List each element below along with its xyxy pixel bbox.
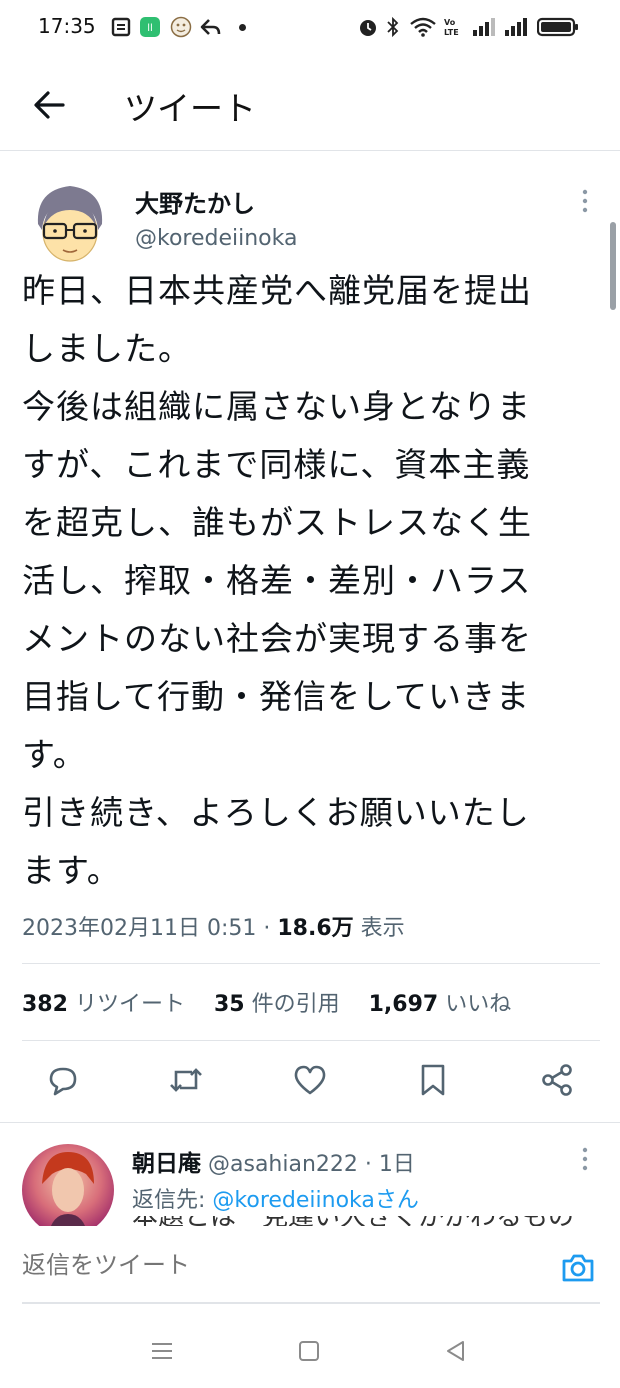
share-icon[interactable] [539, 1062, 575, 1098]
tweet-line: 昨日、日本共産党へ離党届を提出 [22, 271, 532, 310]
tweet-line: しました。 [22, 329, 192, 368]
reply-to-line: 返信先: @koredeiinokaさん [132, 1182, 419, 1214]
home-icon[interactable] [294, 1336, 324, 1366]
reply-text: 本題とは一見違い大きくかかわるもの [132, 1216, 602, 1226]
reply-icon[interactable] [45, 1062, 81, 1098]
quotes-stat[interactable]: 35 件の引用 [214, 992, 347, 1017]
tweet-meta: 2023年02月11日 0:51 · 18.6万 表示 [22, 910, 405, 942]
display-name[interactable]: 大野たかし [135, 184, 255, 219]
likes-label: いいね [445, 992, 512, 1017]
likes-count: 1,697 [368, 992, 439, 1017]
compose-underline [22, 1302, 600, 1304]
signal-icon [473, 18, 495, 36]
twitter-tweet-screen: 17:35 ll Vo LTE ツイート 大野たかし @koredeiinoka… [0, 0, 620, 1388]
tweet-line: ます。 [22, 851, 121, 890]
more-options-icon[interactable] [578, 188, 592, 214]
svg-text:Vo: Vo [444, 18, 456, 27]
tweet-line: 引き続き、よろしくお願いいたし [22, 793, 530, 832]
tweet-timestamp[interactable]: 2023年02月11日 0:51 [22, 916, 256, 941]
chat-app-icon [170, 16, 192, 38]
reply-handle[interactable]: @asahian222 [208, 1152, 358, 1177]
divider [22, 1040, 600, 1041]
notification-icon [111, 17, 131, 37]
retweets-count: 382 [22, 992, 68, 1017]
likes-stat[interactable]: 1,697 いいね [369, 992, 512, 1017]
reply-text-partial: 本題とは一見違い大きくかかわるもの [132, 1216, 602, 1226]
volte-icon: Vo LTE [444, 18, 459, 37]
bookmark-icon[interactable] [415, 1062, 451, 1098]
user-handle[interactable]: @koredeiinoka [135, 226, 297, 251]
reply-compose-bar [0, 1226, 620, 1312]
camera-icon[interactable] [560, 1250, 596, 1286]
page-title: ツイート [124, 89, 256, 128]
status-time: 17:35 [38, 14, 96, 38]
tweet-line: 目指して行動・発信をしていきま [22, 677, 531, 716]
reply-arrow-icon [200, 19, 221, 35]
tweet-text: 昨日、日本共産党へ離党届を提出 しました。 今後は組織に属さない身となりま すが… [22, 262, 594, 900]
retweets-label: リツイート [74, 992, 185, 1017]
wifi-icon [410, 17, 436, 37]
tweet-line: す。 [22, 735, 87, 774]
reply-to-handle[interactable]: @koredeiinokaさん [212, 1188, 418, 1213]
quotes-label: 件の引用 [251, 992, 340, 1017]
tweet-stats: 382 リツイート 35 件の引用 1,697 いいね [22, 986, 511, 1018]
tweet-line: すが、これまで同様に、資本主義 [22, 445, 531, 484]
app-header: ツイート [0, 58, 620, 151]
section-divider [0, 1122, 620, 1123]
svg-text:ll: ll [147, 23, 153, 34]
signal-icon [505, 18, 527, 36]
reply-to-prefix: 返信先: [132, 1188, 213, 1213]
avatar[interactable] [30, 180, 110, 265]
quotes-count: 35 [213, 992, 245, 1017]
battery-icon [537, 17, 578, 37]
system-navigation-bar [0, 1306, 620, 1388]
svg-text:LTE: LTE [444, 28, 459, 37]
reply-display-name[interactable]: 朝日庵 [132, 1151, 201, 1177]
divider [22, 963, 600, 964]
alarm-icon [360, 20, 376, 36]
views-count: 18.6万 [277, 916, 354, 941]
reply-time[interactable]: 1日 [379, 1152, 415, 1177]
bluetooth-icon [387, 16, 399, 38]
tweet-line: 活し、搾取・格差・差別・ハラス [22, 561, 532, 600]
scrollbar[interactable] [610, 222, 616, 310]
menu-icon[interactable] [147, 1336, 177, 1366]
more-options-icon[interactable] [578, 1146, 592, 1172]
tweet-line: メントのない社会が実現する事を [22, 619, 532, 658]
dot-icon [239, 24, 246, 31]
reply-avatar[interactable] [22, 1144, 114, 1236]
line-app-icon: ll [140, 17, 160, 37]
tweet-line: を超克し、誰もがストレスなく生 [22, 503, 532, 542]
retweets-stat[interactable]: 382 リツイート [22, 992, 192, 1017]
reply-header: 朝日庵 @asahian222 · 1日 [132, 1144, 415, 1178]
back-triangle-icon[interactable] [441, 1336, 471, 1366]
back-arrow-icon[interactable] [32, 88, 66, 122]
reply-input[interactable] [22, 1252, 522, 1280]
meta-separator: · [263, 916, 271, 941]
tweet-line: 今後は組織に属さない身となりま [22, 387, 532, 426]
reply-separator: · [364, 1152, 372, 1177]
views-label: 表示 [360, 916, 405, 941]
retweet-icon[interactable] [168, 1062, 204, 1098]
like-icon[interactable] [292, 1062, 328, 1098]
status-bar: 17:35 ll Vo LTE [0, 0, 620, 58]
